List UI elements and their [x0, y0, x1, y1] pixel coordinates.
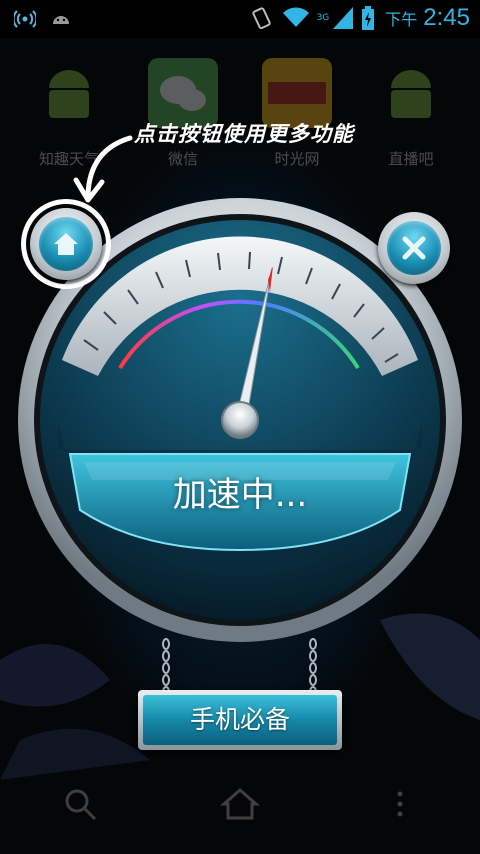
notification-icons	[14, 8, 72, 30]
battery-charging-icon	[362, 6, 375, 30]
wifi-icon	[282, 7, 309, 27]
home-button[interactable]	[30, 208, 102, 280]
rotate-icon	[251, 7, 271, 30]
app-wechat: 微信	[138, 58, 228, 169]
hint-arrow-icon	[73, 135, 133, 203]
home-icon	[54, 233, 78, 255]
navigation-bar	[0, 770, 480, 854]
android-app-icon	[49, 70, 89, 118]
hint-text: 点击按钮使用更多功能	[134, 122, 354, 146]
status-text: 加速中...	[172, 475, 308, 515]
phone-essentials-label: 手机必备	[143, 695, 337, 745]
time-period: 下午	[385, 10, 418, 29]
network-type-label: 3G	[316, 13, 330, 23]
signal-icon	[333, 7, 354, 29]
chain	[309, 638, 317, 698]
chain	[162, 638, 170, 698]
home-icon[interactable]	[220, 784, 260, 824]
system-icons: 3G 下午 2:45	[249, 4, 470, 32]
search-icon[interactable]	[60, 784, 100, 824]
close-button[interactable]	[378, 212, 450, 284]
android-app-icon	[391, 70, 431, 118]
app-label: 微信	[167, 150, 198, 168]
close-icon	[402, 236, 426, 260]
menu-icon[interactable]	[380, 784, 420, 824]
app-label: 直播吧	[388, 150, 434, 168]
app-zhibo8: 直播吧	[366, 58, 456, 169]
app-label: 时光网	[274, 150, 320, 168]
phone-essentials-button[interactable]: 手机必备	[138, 690, 342, 750]
clock: 2:45	[423, 4, 470, 31]
android-icon	[53, 16, 69, 24]
status-bar: 3G 下午 2:45	[0, 0, 480, 38]
app-mtime: 时光网	[252, 58, 342, 169]
wireless-icon	[14, 10, 36, 28]
